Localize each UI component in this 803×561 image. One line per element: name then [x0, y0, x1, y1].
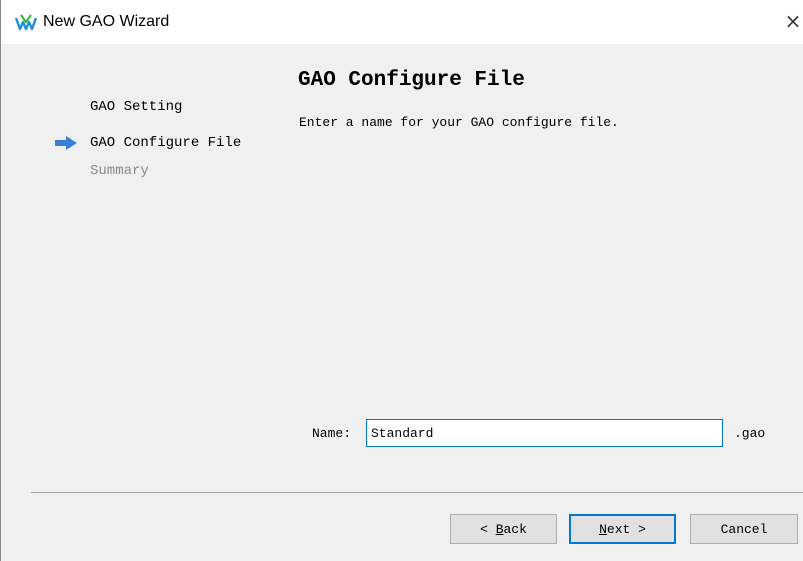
- page-title: GAO Configure File: [298, 69, 525, 92]
- page-description: Enter a name for your GAO configure file…: [299, 115, 619, 130]
- back-button[interactable]: < Back: [450, 514, 557, 544]
- separator: [31, 492, 803, 493]
- step-gao-setting: GAO Setting: [90, 99, 183, 115]
- next-button[interactable]: Next >: [569, 514, 676, 544]
- step-gao-configure-file: GAO Configure File: [90, 135, 242, 151]
- title-bar: New GAO Wizard ×: [1, 0, 803, 44]
- back-button-mnemonic: B: [495, 521, 504, 537]
- next-button-mnemonic: N: [599, 521, 607, 537]
- arrow-right-icon: [55, 136, 77, 150]
- close-button[interactable]: ×: [783, 6, 803, 36]
- wizard-window: New GAO Wizard × GAO Setting GAO Configu…: [0, 0, 803, 561]
- back-button-prefix: <: [480, 521, 496, 537]
- step-summary: Summary: [90, 163, 149, 179]
- window-title: New GAO Wizard: [43, 13, 170, 30]
- cancel-button-label: Cancel: [720, 521, 768, 537]
- file-extension: .gao: [734, 426, 766, 441]
- gowin-logo-icon: [15, 14, 37, 31]
- back-button-label: ack: [503, 521, 527, 537]
- next-button-label: ext >: [606, 521, 646, 537]
- cancel-button[interactable]: Cancel: [690, 514, 798, 544]
- close-icon: ×: [784, 9, 802, 33]
- name-label: Name:: [312, 426, 352, 441]
- name-input[interactable]: [366, 419, 723, 447]
